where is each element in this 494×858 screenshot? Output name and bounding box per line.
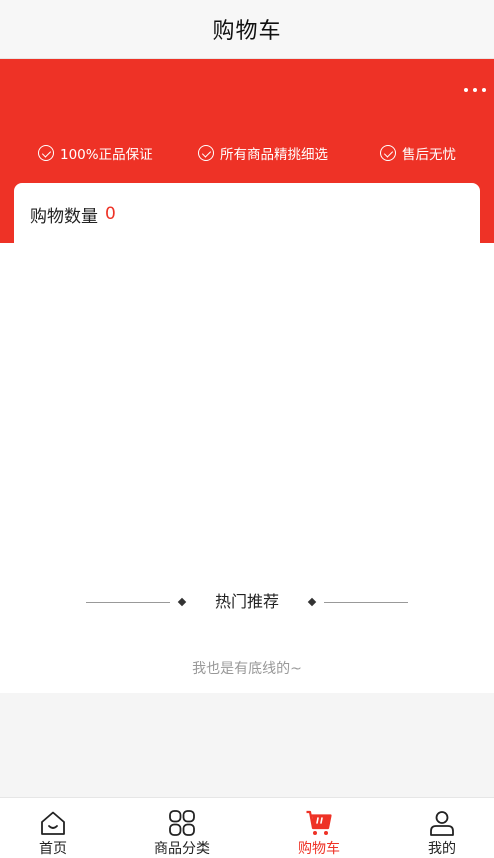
tab-label: 我的	[428, 841, 456, 857]
tab-mine[interactable]: 我的	[382, 798, 494, 858]
page-title: 购物车	[212, 19, 282, 44]
bottom-tabbar: 首页 商品分类 购物车 我的	[0, 797, 494, 858]
user-icon	[430, 811, 454, 836]
tab-category[interactable]: 商品分类	[122, 798, 242, 858]
guarantee-item: 100%正品保证	[38, 142, 153, 164]
cart-summary-card: 购物数量 0	[14, 183, 480, 245]
more-options-button[interactable]	[464, 82, 486, 98]
more-dot-icon	[473, 88, 477, 92]
guarantee-item: 售后无忧	[380, 142, 456, 164]
cart-icon	[306, 810, 332, 835]
check-circle-icon	[198, 145, 214, 161]
tab-home[interactable]: 首页	[0, 798, 113, 858]
more-dot-icon	[464, 88, 468, 92]
guarantee-label: 100%正品保证	[60, 147, 153, 163]
tab-label: 商品分类	[154, 841, 210, 857]
tab-label: 首页	[39, 841, 67, 857]
cart-count-label: 购物数量	[30, 206, 98, 227]
category-grid-icon	[169, 810, 195, 836]
guarantee-label: 售后无忧	[402, 147, 456, 163]
check-circle-icon	[380, 145, 396, 161]
hot-recommend-title: 热门推荐	[214, 592, 279, 611]
tab-cart[interactable]: 购物车	[259, 798, 379, 858]
cart-count-value: 0	[105, 204, 116, 224]
end-of-list-text: 我也是有底线的~	[192, 661, 302, 677]
guarantee-item: 所有商品精挑细选	[198, 142, 328, 164]
divider-line	[324, 602, 408, 603]
cart-page: 购物车 100%正品保证 所有商品精挑细选 售后无忧 购物数量 0 热门推荐 我…	[0, 0, 494, 858]
home-icon	[41, 811, 65, 835]
hot-recommend-divider: 热门推荐	[0, 590, 494, 614]
tab-label: 购物车	[298, 841, 340, 857]
guarantee-label: 所有商品精挑细选	[220, 147, 328, 163]
content-area	[0, 243, 494, 693]
top-navbar: 购物车	[0, 0, 494, 59]
guarantee-list: 100%正品保证 所有商品精挑细选 售后无忧	[0, 142, 494, 164]
check-circle-icon	[38, 145, 54, 161]
more-dot-icon	[482, 88, 486, 92]
